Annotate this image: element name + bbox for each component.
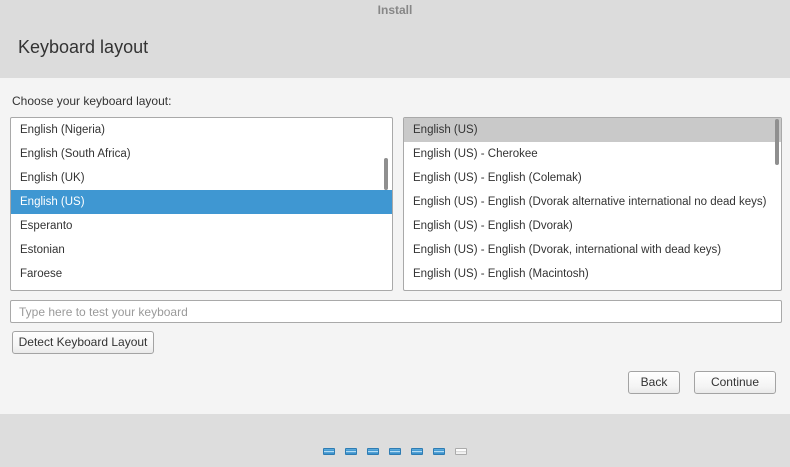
scrollbar-thumb[interactable] xyxy=(384,158,388,190)
instruction-label: Choose your keyboard layout: xyxy=(12,94,171,108)
list-item[interactable]: English (US) - Cherokee xyxy=(404,142,781,166)
list-item[interactable]: Estonian xyxy=(11,238,392,262)
keyboard-layout-list: English (Nigeria)English (South Africa)E… xyxy=(10,117,393,291)
progress-step-done xyxy=(367,448,379,455)
page-title: Keyboard layout xyxy=(18,37,148,58)
progress-step-done xyxy=(433,448,445,455)
back-button[interactable]: Back xyxy=(628,371,680,394)
list-item[interactable]: English (US) - English (Colemak) xyxy=(404,166,781,190)
progress-step-pending xyxy=(455,448,467,455)
progress-step-done xyxy=(389,448,401,455)
scrollbar-thumb[interactable] xyxy=(775,119,779,165)
progress-step-done xyxy=(411,448,423,455)
keyboard-variant-list: English (US)English (US) - CherokeeEngli… xyxy=(403,117,782,291)
list-item[interactable]: English (South Africa) xyxy=(11,142,392,166)
installer-footer xyxy=(0,414,790,467)
installer-header: Install Keyboard layout xyxy=(0,0,790,78)
list-item[interactable]: English (Nigeria) xyxy=(11,118,392,142)
list-item[interactable]: Faroese xyxy=(11,262,392,286)
list-item[interactable]: English (UK) xyxy=(11,166,392,190)
continue-button[interactable]: Continue xyxy=(694,371,776,394)
list-item[interactable]: English (US) - English (Dvorak, internat… xyxy=(404,238,781,262)
keyboard-test-input[interactable] xyxy=(10,300,782,323)
list-item[interactable]: English (US) - English (Dvorak) xyxy=(404,214,781,238)
progress-indicator xyxy=(0,448,790,455)
detect-keyboard-layout-button[interactable]: Detect Keyboard Layout xyxy=(12,331,154,354)
list-item[interactable]: Esperanto xyxy=(11,214,392,238)
list-item[interactable]: English (US) xyxy=(11,190,392,214)
progress-step-done xyxy=(345,448,357,455)
list-item[interactable]: English (US) - English (Macintosh) xyxy=(404,262,781,286)
list-item[interactable]: English (US) - English (Dvorak alternati… xyxy=(404,190,781,214)
list-item[interactable]: English (US) xyxy=(404,118,781,142)
progress-step-done xyxy=(323,448,335,455)
window-title: Install xyxy=(0,3,790,17)
